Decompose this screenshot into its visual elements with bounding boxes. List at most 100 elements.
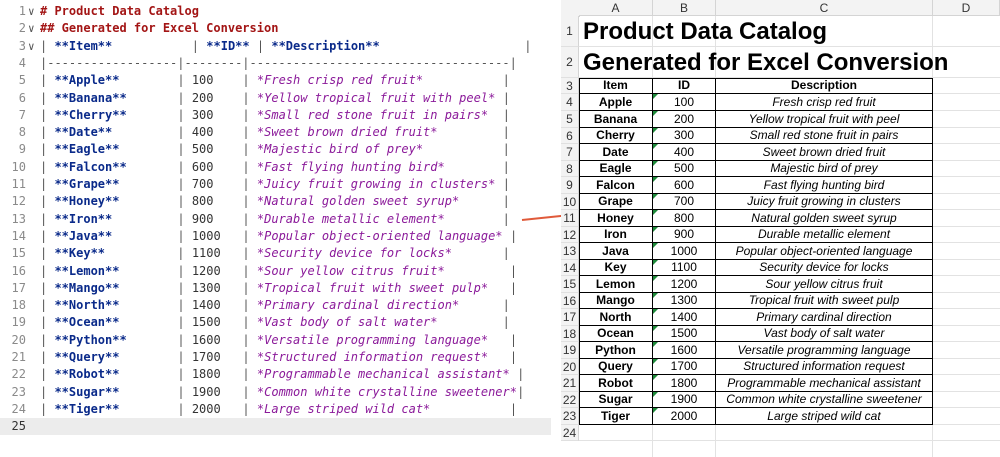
id-cell[interactable]: 1400 [653, 309, 716, 326]
row-header[interactable]: 11 [561, 210, 579, 227]
editor-line[interactable]: 16 | **Lemon** | 1200 | *Sour yellow citr… [0, 263, 551, 280]
id-cell[interactable]: 1000 [653, 243, 716, 260]
number-stored-as-text-icon[interactable] [653, 309, 658, 314]
id-cell[interactable]: 800 [653, 210, 716, 227]
id-cell[interactable]: 1800 [653, 375, 716, 392]
description-cell[interactable]: Durable metallic element [716, 227, 933, 243]
item-cell[interactable]: Robot [579, 375, 653, 392]
editor-line[interactable]: 9 | **Eagle** | 500 | *Majestic bird of p… [0, 141, 551, 158]
description-cell[interactable]: Popular object-oriented language [716, 243, 933, 260]
row-header[interactable]: 17 [561, 309, 579, 326]
item-cell[interactable]: Iron [579, 227, 653, 243]
chevron-down-icon[interactable]: ∨ [28, 38, 35, 55]
number-stored-as-text-icon[interactable] [653, 194, 658, 199]
row-header[interactable]: 3 [561, 78, 579, 94]
row-header[interactable]: 20 [561, 359, 579, 375]
description-cell[interactable]: Sour yellow citrus fruit [716, 276, 933, 293]
number-stored-as-text-icon[interactable] [653, 392, 658, 397]
id-cell[interactable]: 1700 [653, 359, 716, 375]
row-header[interactable]: 19 [561, 342, 579, 359]
item-cell[interactable]: Query [579, 359, 653, 375]
editor-line[interactable]: 22 | **Robot** | 1800 | *Programmable mec… [0, 366, 551, 383]
id-cell[interactable]: 900 [653, 227, 716, 243]
row-header[interactable]: 15 [561, 276, 579, 293]
table-header-cell[interactable]: Item [579, 78, 653, 94]
row-header[interactable]: 14 [561, 260, 579, 276]
number-stored-as-text-icon[interactable] [653, 359, 658, 364]
description-cell[interactable]: Security device for locks [716, 260, 933, 276]
description-cell[interactable]: Common white crystalline sweetener [716, 392, 933, 408]
item-cell[interactable]: Apple [579, 94, 653, 111]
editor-line[interactable]: 21 | **Query** | 1700 | *Structured infor… [0, 349, 551, 366]
editor-line[interactable]: 11 | **Grape** | 700 | *Juicy fruit growi… [0, 176, 551, 193]
row-header[interactable]: 5 [561, 111, 579, 128]
row-header[interactable]: 1 [561, 16, 579, 47]
editor-line[interactable]: 12 | **Honey** | 800 | *Natural golden sw… [0, 193, 551, 210]
item-cell[interactable]: Sugar [579, 392, 653, 408]
row-header[interactable]: 13 [561, 243, 579, 260]
sheet-title[interactable]: Product Data Catalog [583, 16, 827, 47]
item-cell[interactable]: Tiger [579, 408, 653, 425]
id-cell[interactable]: 600 [653, 177, 716, 194]
row-header[interactable]: 22 [561, 392, 579, 408]
item-cell[interactable]: Cherry [579, 128, 653, 144]
row-header[interactable]: 6 [561, 128, 579, 144]
editor-line[interactable]: 2 ∨ ## Generated for Excel Conversion [0, 20, 551, 37]
description-cell[interactable]: Vast body of salt water [716, 326, 933, 342]
editor-line[interactable]: 13 | **Iron** | 900 | *Durable metallic e… [0, 211, 551, 228]
item-cell[interactable]: Eagle [579, 161, 653, 177]
description-cell[interactable]: Large striped wild cat [716, 408, 933, 425]
editor-line[interactable]: 20 | **Python** | 1600 | *Versatile progr… [0, 332, 551, 349]
item-cell[interactable]: Lemon [579, 276, 653, 293]
description-cell[interactable]: Majestic bird of prey [716, 161, 933, 177]
number-stored-as-text-icon[interactable] [653, 293, 658, 298]
number-stored-as-text-icon[interactable] [653, 375, 658, 380]
description-cell[interactable]: Versatile programming language [716, 342, 933, 359]
row-header[interactable]: 7 [561, 144, 579, 161]
number-stored-as-text-icon[interactable] [653, 94, 658, 99]
description-cell[interactable]: Tropical fruit with sweet pulp [716, 293, 933, 309]
id-cell[interactable]: 700 [653, 194, 716, 210]
id-cell[interactable]: 1900 [653, 392, 716, 408]
id-cell[interactable]: 1300 [653, 293, 716, 309]
number-stored-as-text-icon[interactable] [653, 342, 658, 347]
editor-line[interactable]: 14 | **Java** | 1000 | *Popular object-or… [0, 228, 551, 245]
number-stored-as-text-icon[interactable] [653, 144, 658, 149]
row-header[interactable]: 8 [561, 161, 579, 177]
row-header[interactable]: 2 [561, 47, 579, 78]
number-stored-as-text-icon[interactable] [653, 111, 658, 116]
item-cell[interactable]: Grape [579, 194, 653, 210]
editor-line[interactable]: 18 | **North** | 1400 | *Primary cardinal… [0, 297, 551, 314]
description-cell[interactable]: Yellow tropical fruit with peel [716, 111, 933, 128]
id-cell[interactable]: 400 [653, 144, 716, 161]
editor-line[interactable]: 3 ∨ | **Item** | **ID** | **Description** … [0, 38, 551, 55]
description-cell[interactable]: Fresh crisp red fruit [716, 94, 933, 111]
row-header[interactable]: 18 [561, 326, 579, 342]
editor-line[interactable]: 4 |------------------|--------|----------… [0, 55, 551, 72]
chevron-down-icon[interactable]: ∨ [28, 20, 35, 37]
row-header[interactable]: 4 [561, 94, 579, 111]
column-header-d[interactable]: D [933, 0, 1000, 16]
table-header-cell[interactable]: ID [653, 78, 716, 94]
select-all-corner[interactable] [561, 0, 580, 17]
id-cell[interactable]: 200 [653, 111, 716, 128]
number-stored-as-text-icon[interactable] [653, 276, 658, 281]
editor-line[interactable]: 23 | **Sugar** | 1900 | *Common white cry… [0, 384, 551, 401]
description-cell[interactable]: Natural golden sweet syrup [716, 210, 933, 227]
editor-line[interactable]: 7 | **Cherry** | 300 | *Small red stone f… [0, 107, 551, 124]
item-cell[interactable]: Ocean [579, 326, 653, 342]
number-stored-as-text-icon[interactable] [653, 177, 658, 182]
editor-line[interactable]: 17 | **Mango** | 1300 | *Tropical fruit w… [0, 280, 551, 297]
column-header-c[interactable]: C [716, 0, 933, 16]
spreadsheet[interactable]: A B C D 1 2 3 4 5 6 7 8 9 10 11 12 13 14 15 16 17 18 19 20 21 22 2… [561, 0, 1000, 457]
number-stored-as-text-icon[interactable] [653, 227, 658, 232]
row-header[interactable]: 16 [561, 293, 579, 309]
number-stored-as-text-icon[interactable] [653, 260, 658, 265]
description-cell[interactable]: Fast flying hunting bird [716, 177, 933, 194]
row-header[interactable]: 24 [561, 425, 579, 441]
editor-line[interactable]: 24 | **Tiger** | 2000 | *Large striped wi… [0, 401, 551, 418]
id-cell[interactable]: 1500 [653, 326, 716, 342]
sheet-subtitle[interactable]: Generated for Excel Conversion [583, 47, 948, 78]
column-header-a[interactable]: A [579, 0, 653, 16]
chevron-down-icon[interactable]: ∨ [28, 3, 35, 20]
